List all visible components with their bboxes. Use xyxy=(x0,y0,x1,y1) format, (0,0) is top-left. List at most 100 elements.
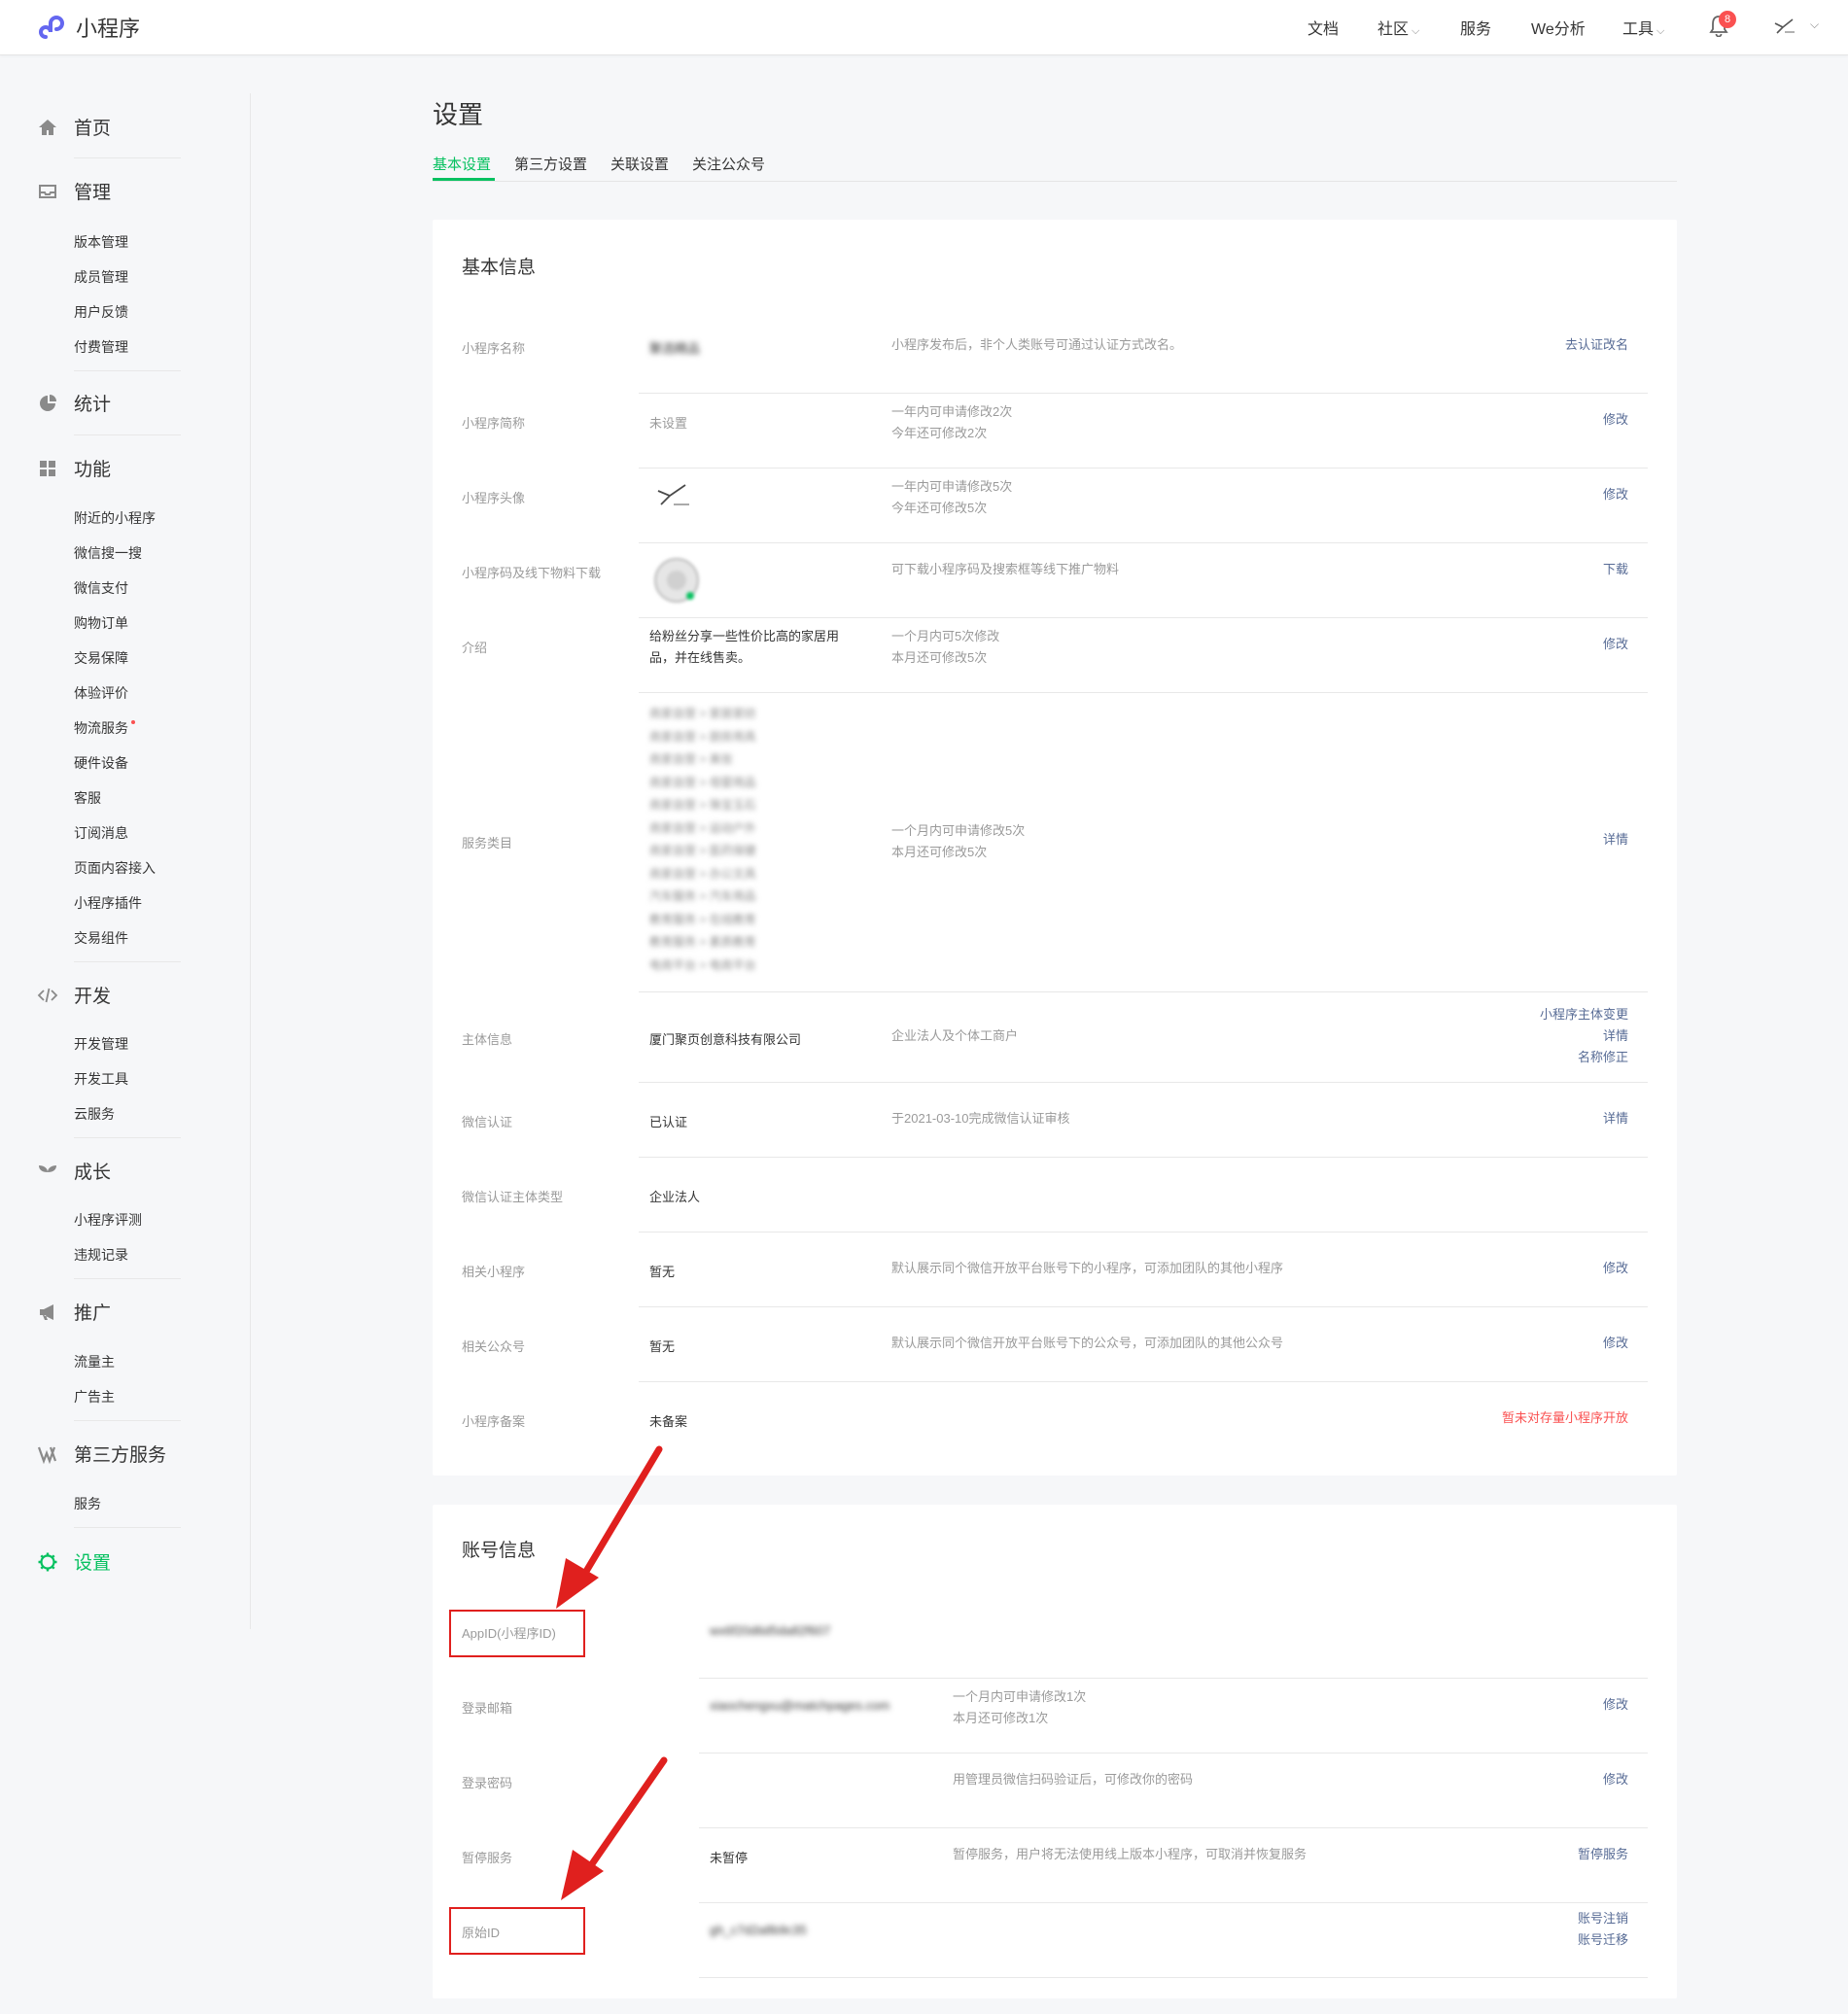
sidebar-item-cloud[interactable]: 云服务 xyxy=(74,1104,115,1124)
row-tip-2: 本月还可修改5次 xyxy=(891,845,988,859)
name-correction-link[interactable]: 名称修正 xyxy=(1578,1047,1628,1068)
nav-tools[interactable]: 工具 ⌵ xyxy=(1622,16,1664,39)
sidebar-item-members[interactable]: 成员管理 xyxy=(74,267,128,287)
category-item: 教育服务 > 素质教育 xyxy=(649,935,756,949)
category-item: 商家自营 > 母婴用品 xyxy=(649,775,756,789)
sidebar-item-payment[interactable]: 付费管理 xyxy=(74,337,128,357)
tab-third-party-settings[interactable]: 第三方设置 xyxy=(514,154,587,174)
sidebar-section-growth[interactable]: 成长 xyxy=(37,1158,111,1184)
nav-we-analysis[interactable]: We分析 xyxy=(1531,16,1586,39)
sidebar-item-plugins[interactable]: 小程序插件 xyxy=(74,893,142,913)
row-label: 介绍 xyxy=(462,641,488,655)
sidebar-item-dev-manage[interactable]: 开发管理 xyxy=(74,1034,128,1054)
sidebar-section-label: 管理 xyxy=(74,183,112,203)
row-label: 登录密码 xyxy=(462,1776,513,1790)
edit-related-official-account-link[interactable]: 修改 xyxy=(1603,1333,1628,1354)
tab-related-settings[interactable]: 关联设置 xyxy=(610,154,669,174)
row-name: 小程序名称 聚选精品 小程序发布后，非个人类账号可通过认证方式改名。 去认证改名 xyxy=(462,319,1648,394)
row-cert: 微信认证 已认证 于2021-03-10完成微信认证审核 详情 xyxy=(462,1083,1648,1158)
row-label: 暂停服务 xyxy=(462,1851,513,1865)
divider xyxy=(74,1420,181,1421)
edit-password-link[interactable]: 修改 xyxy=(1603,1769,1628,1790)
entity-details-link[interactable]: 详情 xyxy=(1603,1025,1628,1047)
sidebar-item-advertiser[interactable]: 广告主 xyxy=(74,1387,115,1406)
nav-service[interactable]: 服务 xyxy=(1460,16,1491,39)
sidebar-section-label: 第三方服务 xyxy=(74,1445,167,1466)
avatar[interactable] xyxy=(1772,16,1797,37)
page-title: 设置 xyxy=(433,100,484,129)
row-label: 小程序简称 xyxy=(462,416,526,431)
sidebar-item-version[interactable]: 版本管理 xyxy=(74,232,128,252)
category-details-link[interactable]: 详情 xyxy=(1603,829,1628,851)
chevron-down-icon: ⌵ xyxy=(1412,25,1420,37)
brand[interactable]: 小程序 xyxy=(37,10,140,45)
chevron-down-icon: ⌵ xyxy=(1656,25,1665,37)
divider xyxy=(74,961,181,962)
code-icon xyxy=(37,988,58,1002)
edit-avatar-link[interactable]: 修改 xyxy=(1603,484,1628,505)
arrow-annotation-icon xyxy=(556,1445,663,1609)
sidebar-section-third-party[interactable]: 第三方服务 xyxy=(37,1441,166,1467)
sidebar-item-trade-guarantee[interactable]: 交易保障 xyxy=(74,648,128,668)
row-email: 登录邮箱 xiaochengxu@matchpages.com 一个月内可申请修… xyxy=(462,1679,1648,1754)
row-tip-1: 一年内可申请修改2次 xyxy=(891,404,1013,419)
sidebar-item-wechat-pay[interactable]: 微信支付 xyxy=(74,578,128,598)
sidebar-item-third-party-service[interactable]: 服务 xyxy=(74,1494,101,1513)
sidebar-item-review[interactable]: 体验评价 xyxy=(74,683,128,703)
certify-rename-link[interactable]: 去认证改名 xyxy=(1565,334,1628,356)
row-original-id: 原始ID gh_c7d2a8b9c35 账号注销 账号迁移 xyxy=(462,1903,1648,1978)
sidebar-section-manage[interactable]: 管理 xyxy=(37,178,111,204)
sidebar-item-home[interactable]: 首页 xyxy=(37,114,111,140)
nav-docs[interactable]: 文档 xyxy=(1308,16,1339,39)
account-cancel-link[interactable]: 账号注销 xyxy=(1578,1908,1628,1929)
edit-email-link[interactable]: 修改 xyxy=(1603,1694,1628,1716)
sidebar-item-evaluation[interactable]: 小程序评测 xyxy=(74,1210,142,1230)
sidebar-item-publisher[interactable]: 流量主 xyxy=(74,1352,115,1372)
sidebar-item-nearby[interactable]: 附近的小程序 xyxy=(74,508,156,528)
settings-tabs: 基本设置 第三方设置 关联设置 关注公众号 xyxy=(433,154,1677,182)
cert-details-link[interactable]: 详情 xyxy=(1603,1108,1628,1129)
suspend-service-link[interactable]: 暂停服务 xyxy=(1578,1844,1628,1865)
sidebar-section-promote[interactable]: 推广 xyxy=(37,1299,111,1325)
sidebar-item-trade-component[interactable]: 交易组件 xyxy=(74,928,128,948)
divider xyxy=(74,370,181,371)
sidebar-section-features[interactable]: 功能 xyxy=(37,455,111,481)
row-tip-2: 今年还可修改5次 xyxy=(891,501,988,515)
sidebar-item-logistics[interactable]: 物流服务 xyxy=(74,718,135,738)
sidebar-item-feedback[interactable]: 用户反馈 xyxy=(74,302,128,322)
row-intro: 介绍 给粉丝分享一些性价比高的家居用 品，并在线售卖。 一个月内可5次修改 本月… xyxy=(462,618,1648,693)
category-item: 电商平台 > 电商平台 xyxy=(649,957,756,972)
sidebar-item-orders[interactable]: 购物订单 xyxy=(74,613,128,633)
sidebar-item-violations[interactable]: 违规记录 xyxy=(74,1245,128,1265)
filing-unavailable-notice: 暂未对存量小程序开放 xyxy=(1501,1410,1628,1425)
sidebar-item-customer-service[interactable]: 客服 xyxy=(74,788,101,808)
row-label: 微信认证 xyxy=(462,1115,513,1129)
download-link[interactable]: 下载 xyxy=(1603,559,1628,580)
entity-change-link[interactable]: 小程序主体变更 xyxy=(1540,1004,1628,1025)
row-short-name: 小程序简称 未设置 一年内可申请修改2次 今年还可修改2次 修改 xyxy=(462,394,1648,469)
original-id-value: gh_c7d2a8b9c35 xyxy=(710,1923,807,1937)
tab-basic-settings[interactable]: 基本设置 xyxy=(433,154,491,174)
edit-related-mini-program-link[interactable]: 修改 xyxy=(1603,1258,1628,1279)
sidebar-item-subscribe-msg[interactable]: 订阅消息 xyxy=(74,823,128,843)
edit-short-name-link[interactable]: 修改 xyxy=(1603,409,1628,431)
account-migrate-link[interactable]: 账号迁移 xyxy=(1578,1929,1628,1951)
edit-intro-link[interactable]: 修改 xyxy=(1603,634,1628,655)
divider xyxy=(74,1278,181,1279)
account-menu-chevron-icon[interactable]: ⌵ xyxy=(1810,17,1819,32)
sidebar-item-page-content[interactable]: 页面内容接入 xyxy=(74,858,156,878)
row-label: 小程序名称 xyxy=(462,341,526,356)
tab-follow-official-account[interactable]: 关注公众号 xyxy=(692,154,765,174)
sidebar-item-hardware[interactable]: 硬件设备 xyxy=(74,753,128,773)
divider xyxy=(74,1527,181,1528)
sidebar-item-label: 统计 xyxy=(74,395,112,415)
nav-community[interactable]: 社区 ⌵ xyxy=(1377,16,1419,39)
sidebar-item-wechat-search[interactable]: 微信搜一搜 xyxy=(74,543,142,563)
row-qrcode: 小程序码及线下物料下载 可下载小程序码及搜索框等线下推广物料 下载 xyxy=(462,543,1648,618)
arrow-annotation-icon xyxy=(561,1756,668,1900)
sidebar-item-settings[interactable]: 设置 xyxy=(37,1548,111,1575)
sidebar-section-dev[interactable]: 开发 xyxy=(37,982,111,1008)
sidebar-item-stats[interactable]: 统计 xyxy=(37,390,111,416)
mini-program-logo-icon xyxy=(39,16,64,39)
sidebar-item-dev-tools[interactable]: 开发工具 xyxy=(74,1069,128,1089)
